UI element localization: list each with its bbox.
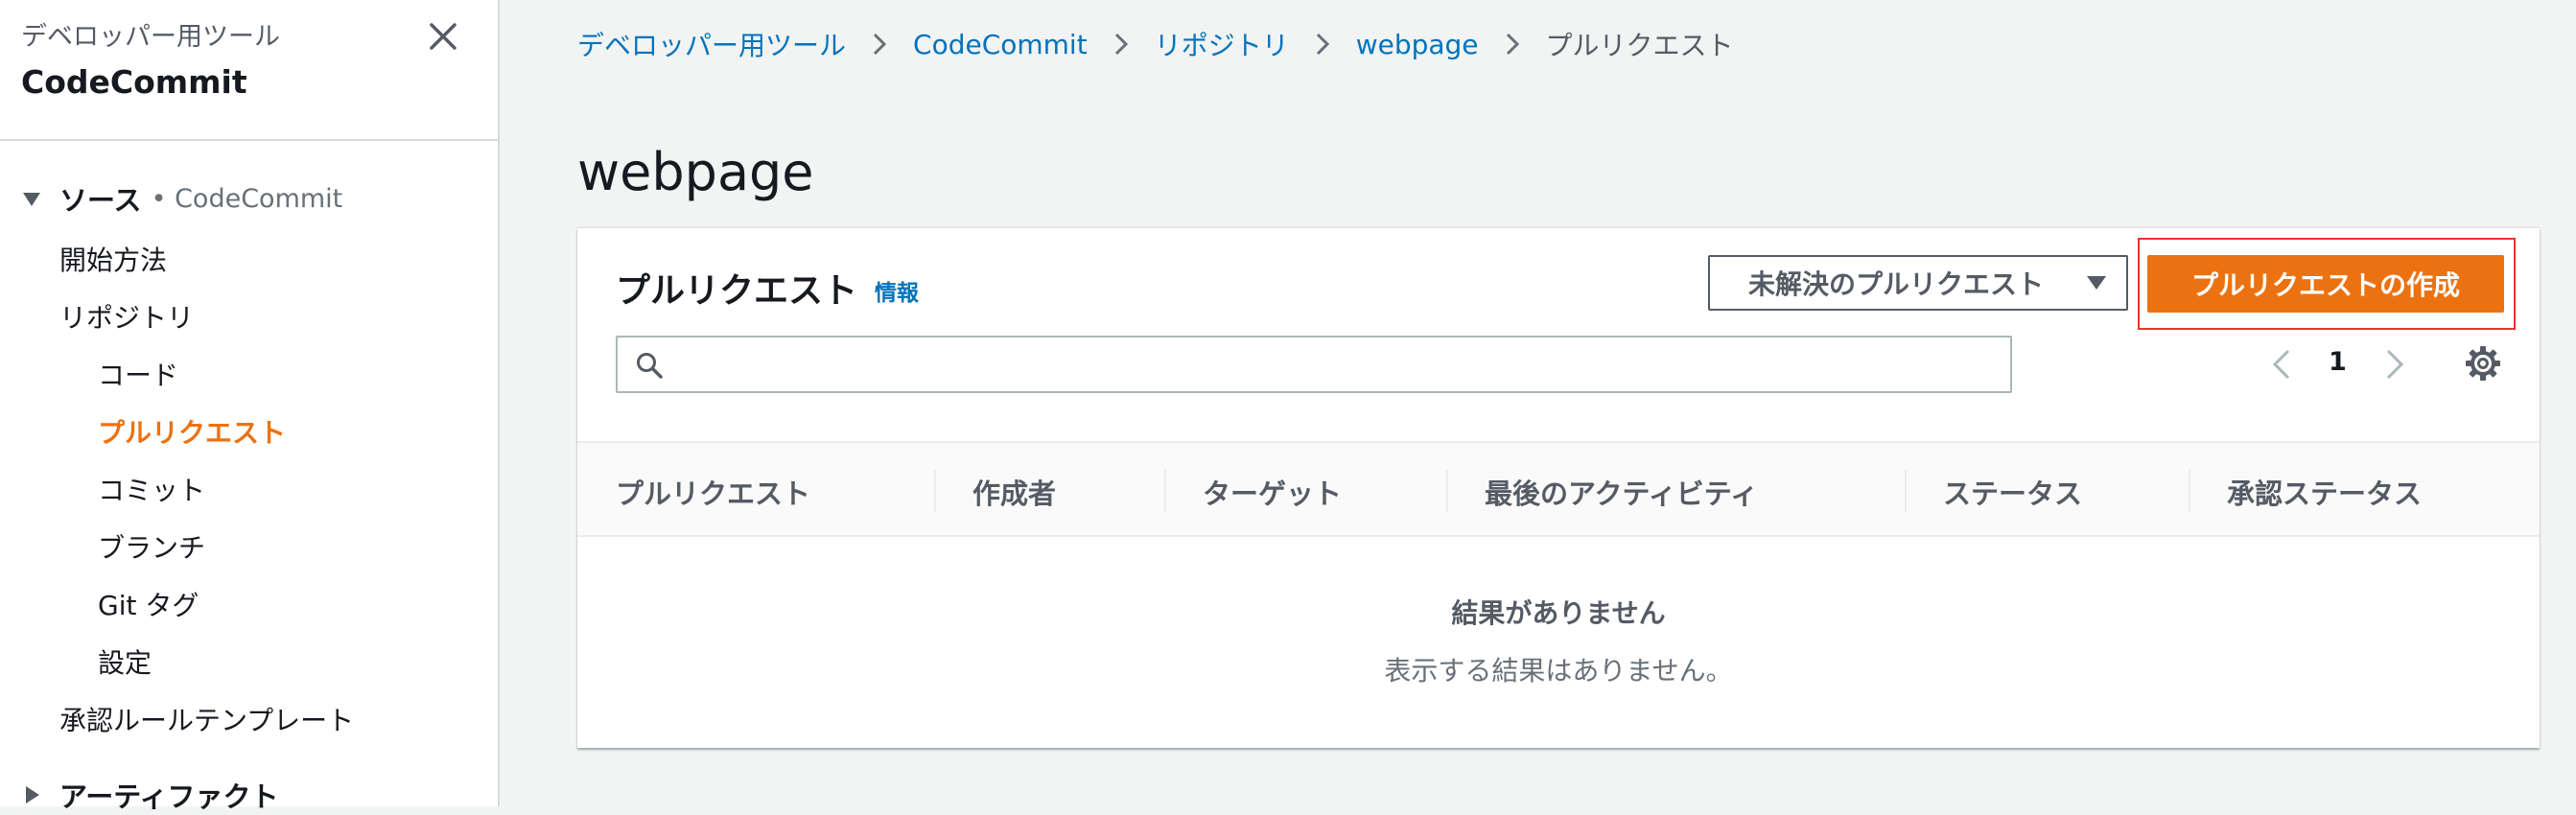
sidebar-section-sub: • CodeCommit [151,183,343,214]
sidebar-item-approval-rule-templates[interactable]: 承認ルールテンプレート [59,700,354,738]
page-number[interactable]: 1 [2329,347,2347,377]
sidebar-divider [0,139,498,141]
sidebar-item-getting-started[interactable]: 開始方法 [59,240,167,278]
empty-state-title: 結果がありません [1451,597,1666,629]
breadcrumb-developer-tools[interactable]: デベロッパー用ツール [577,25,846,63]
status-filter-select[interactable]: 未解決のプルリクエスト [1708,255,2128,311]
column-divider [1164,470,1166,512]
sidebar: デベロッパー用ツール CodeCommit ソース • CodeCommit 開… [0,0,500,813]
status-filter-value: 未解決のプルリクエスト [1748,268,2045,300]
chevron-right-icon [1316,33,1329,56]
search-input[interactable] [677,343,1995,387]
chevron-right-icon [1114,33,1128,56]
sidebar-item-branches[interactable]: ブランチ [98,527,205,566]
gear-icon[interactable] [2465,345,2501,382]
create-pull-request-button[interactable]: プルリクエストの作成 [2147,255,2504,313]
sidebar-item-git-tags[interactable]: Git タグ [98,585,199,623]
sidebar-section-artifacts[interactable]: アーティファクト [21,775,279,815]
sidebar-item-repositories[interactable]: リポジトリ [59,297,194,336]
chevron-right-icon [873,33,887,56]
caret-down-icon [2087,276,2106,290]
column-header-status[interactable]: ステータス [1943,472,2082,512]
sidebar-title[interactable]: CodeCommit [21,63,247,101]
column-divider [2189,470,2190,512]
pull-requests-panel: プルリクエスト 情報 未解決のプルリクエスト プルリクエストの作成 1 プルリク… [577,228,2540,748]
sidebar-section-label: アーティファクト [59,780,279,813]
sidebar-section-label: ソース [59,184,142,217]
close-icon[interactable] [424,17,462,56]
breadcrumb-codecommit[interactable]: CodeCommit [913,29,1088,60]
caret-right-icon [26,786,39,803]
column-header-approval-status[interactable]: 承認ステータス [2227,472,2422,512]
panel-title: プルリクエスト [616,271,858,311]
chevron-right-icon [1506,33,1519,56]
breadcrumb-webpage[interactable]: webpage [1356,29,1479,60]
table-header: プルリクエスト 作成者 ターゲット 最後のアクティビティ ステータス 承認ステー… [577,441,2540,537]
column-header-target[interactable]: ターゲット [1203,472,1342,512]
search-box[interactable] [616,336,2012,393]
column-header-pull-request[interactable]: プルリクエスト [616,472,810,512]
sidebar-item-settings[interactable]: 設定 [98,642,152,681]
column-divider [934,470,936,512]
sidebar-service-label[interactable]: デベロッパー用ツール [21,15,280,53]
sidebar-section-source[interactable]: ソース • CodeCommit [21,178,342,219]
column-header-author[interactable]: 作成者 [972,472,1056,512]
column-divider [1905,470,1907,512]
page-title: webpage [577,142,814,203]
sidebar-item-commits[interactable]: コミット [98,470,205,508]
caret-down-icon [23,193,40,206]
column-header-last-activity[interactable]: 最後のアクティビティ [1485,472,1758,512]
sidebar-item-code[interactable]: コード [98,355,178,393]
chevron-right-icon[interactable] [2382,347,2407,382]
breadcrumb-repositories[interactable]: リポジトリ [1155,25,1289,63]
column-divider [1446,470,1448,512]
chevron-left-icon[interactable] [2269,347,2294,382]
breadcrumb-current: プルリクエスト [1545,30,1734,61]
info-link[interactable]: 情報 [875,274,919,307]
sidebar-item-pull-requests[interactable]: プルリクエスト [98,412,286,451]
search-icon [637,353,663,379]
breadcrumb: デベロッパー用ツール CodeCommit リポジトリ webpage プルリク… [577,25,1734,63]
empty-state-message: 表示する結果はありません。 [1384,655,1733,687]
